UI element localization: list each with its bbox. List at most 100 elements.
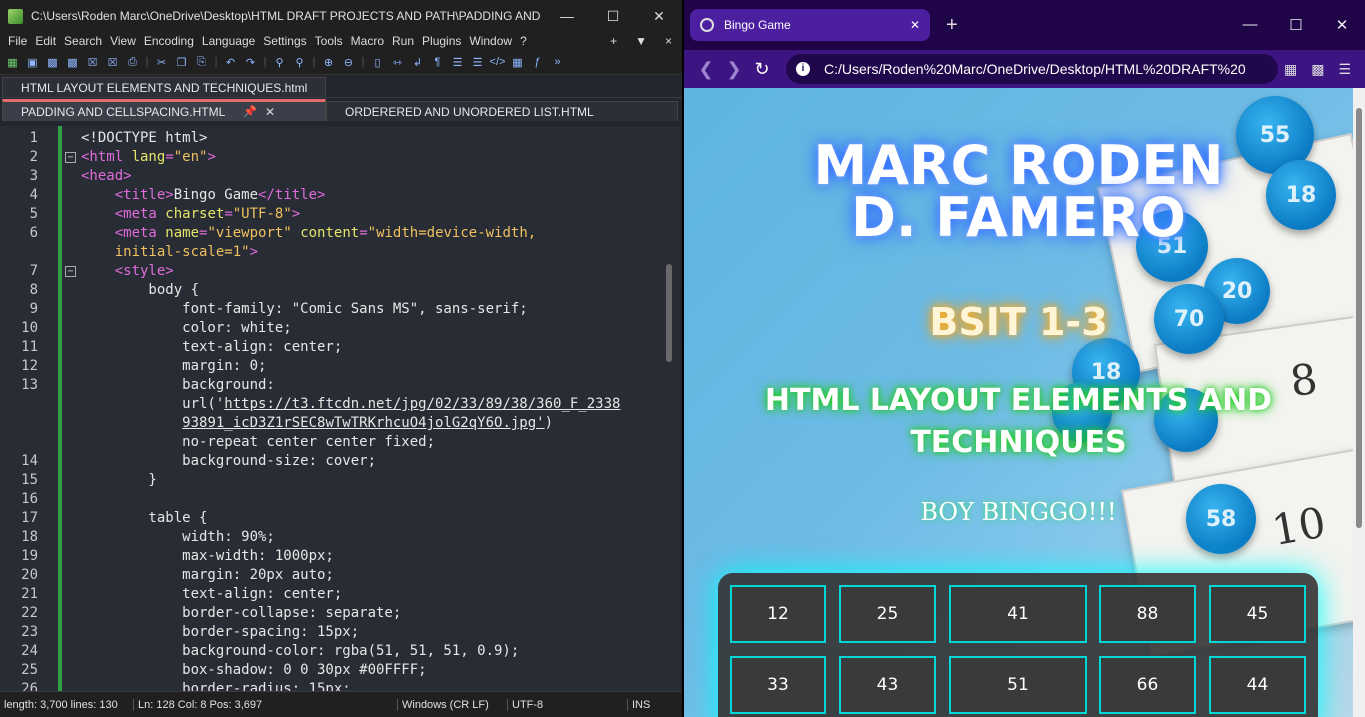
bingo-cell: 12	[730, 585, 826, 643]
npp-toolbar: ▦ ▣ ▩ ▩ ☒ ☒ ⎙ | ✂ ❐ ⎘ | ↶ ↷ | ⚲ ⚲ | ⊕ ⊖ …	[0, 50, 682, 75]
menu-encoding[interactable]: Encoding	[143, 34, 195, 48]
code-text: <head>	[81, 168, 132, 184]
code-text: table {	[81, 510, 208, 526]
code-text: <title>Bingo Game</title>	[114, 187, 326, 203]
tab-padding-cellspacing[interactable]: PADDING AND CELLSPACING.HTML 📌 ✕	[2, 99, 326, 121]
function-list-icon[interactable]: ƒ	[529, 54, 546, 70]
zoom-out-icon[interactable]: ⊖	[340, 54, 357, 70]
browser-tab-bingo[interactable]: Bingo Game ✕	[690, 9, 930, 41]
zoom-in-icon[interactable]: ⊕	[320, 54, 337, 70]
redo-icon[interactable]: ↷	[242, 54, 259, 70]
code-editor[interactable]: 1 <!DOCTYPE html> 2 <html lang="en"> −3 <head…	[0, 126, 680, 691]
page-scrollbar-thumb[interactable]	[1356, 108, 1362, 528]
menu-macro[interactable]: Macro	[350, 34, 385, 48]
reader-mode-icon[interactable]: ▦	[1284, 61, 1297, 78]
address-bar[interactable]: i C:/Users/Roden%20Marc/OneDrive/Desktop…	[786, 54, 1278, 84]
page-scrollbar[interactable]	[1353, 88, 1365, 717]
globe-icon	[700, 18, 714, 32]
fold-toggle-icon[interactable]: −	[65, 266, 76, 277]
minimize-button[interactable]: —	[1227, 16, 1273, 34]
line-number: 1	[29, 130, 38, 146]
code-text: border-collapse: separate;	[81, 605, 402, 621]
code-text: background-color: rgba(51, 51, 51, 0.9);	[81, 643, 520, 659]
save-all-icon[interactable]: ▩	[64, 54, 81, 70]
print-icon[interactable]: ⎙	[124, 54, 141, 70]
code-text: 93891_icD3Z1rSEC8wTwTRKrhcuO4jolG2qY6O.j…	[182, 415, 554, 431]
paste-icon[interactable]: ⎘	[193, 54, 210, 70]
menu-run[interactable]: Run	[391, 34, 415, 48]
menu-dropdown-button[interactable]: ▼	[634, 34, 648, 48]
menu-help[interactable]: ?	[519, 34, 528, 48]
new-file-icon[interactable]: ▦	[4, 54, 21, 70]
close-button[interactable]: ✕	[1319, 16, 1365, 34]
menu-plugins[interactable]: Plugins	[421, 34, 462, 48]
menu-edit[interactable]: Edit	[34, 34, 57, 48]
back-icon[interactable]: ❮	[692, 59, 720, 80]
indent-guide-icon[interactable]: ☰	[449, 54, 466, 70]
open-file-icon[interactable]: ▣	[24, 54, 41, 70]
menu-file[interactable]: File	[7, 34, 28, 48]
line-number: 9	[29, 301, 38, 317]
copy-icon[interactable]: ❐	[173, 54, 190, 70]
word-wrap-icon[interactable]: ↲	[409, 54, 426, 70]
menu-close-doc-button[interactable]: ×	[664, 34, 673, 48]
menu-language[interactable]: Language	[201, 34, 256, 48]
notepadpp-window: C:\Users\Roden Marc\OneDrive\Desktop\HTM…	[0, 0, 682, 717]
code-icon[interactable]: </>	[489, 54, 506, 70]
toolbar-separator: |	[145, 56, 149, 68]
code-text: no-repeat center center fixed;	[81, 434, 436, 450]
menu-search[interactable]: Search	[63, 34, 103, 48]
maximize-button[interactable]: ☐	[1273, 16, 1319, 34]
code-text: url('https://t3.ftcdn.net/jpg/02/33/89/3…	[81, 396, 621, 412]
code-text: <meta charset="UTF-8">	[114, 206, 301, 222]
fold-toggle-icon[interactable]: −	[65, 152, 76, 163]
menu-settings[interactable]: Settings	[262, 34, 307, 48]
code-text: box-shadow: 0 0 30px #00FFFF;	[81, 662, 427, 678]
minimize-button[interactable]: —	[544, 8, 590, 24]
reload-icon[interactable]: ↻	[748, 59, 776, 80]
forward-icon[interactable]: ❯	[720, 59, 748, 80]
tab-ordered-unordered-list[interactable]: ORDERERED AND UNORDERED LIST.HTML	[326, 101, 678, 121]
tab-layout-elements[interactable]: HTML LAYOUT ELEMENTS AND TECHNIQUES.html	[2, 77, 327, 97]
page-heading-section: BSIT 1-3	[929, 300, 1108, 344]
replace-icon[interactable]: ⚲	[291, 54, 308, 70]
profile-icon[interactable]: ▩	[1311, 61, 1324, 78]
menu-view[interactable]: View	[109, 34, 137, 48]
show-symbols-icon[interactable]: ¶	[429, 54, 446, 70]
line-number: 2	[29, 149, 38, 165]
tab-close-icon[interactable]: ✕	[265, 105, 275, 119]
browser-tab-title: Bingo Game	[724, 18, 791, 32]
new-tab-button[interactable]: +	[946, 14, 958, 37]
npp-window-title: C:\Users\Roden Marc\OneDrive\Desktop\HTM…	[31, 9, 544, 23]
maximize-button[interactable]: ☐	[590, 8, 636, 25]
menu-icon[interactable]: ☰	[1338, 61, 1351, 78]
tab-label: HTML LAYOUT ELEMENTS AND TECHNIQUES.html	[21, 80, 308, 95]
code-text: <meta name="viewport" content="width=dev…	[114, 225, 537, 241]
line-number: 17	[21, 510, 38, 526]
editor-scrollbar[interactable]	[666, 264, 672, 362]
pin-icon[interactable]: 📌	[243, 105, 257, 118]
line-number: 7	[29, 263, 38, 279]
menu-tools[interactable]: Tools	[314, 34, 344, 48]
menu-window[interactable]: Window	[468, 34, 513, 48]
folder-workspace-icon[interactable]: ▦	[509, 54, 526, 70]
toolbar-overflow-icon[interactable]: »	[549, 54, 566, 70]
status-encoding: UTF-8	[508, 698, 628, 711]
doc-map-icon[interactable]: ☰	[469, 54, 486, 70]
tab-close-icon[interactable]: ✕	[910, 18, 920, 32]
line-number: 6	[29, 225, 38, 241]
menu-right-controls: + ▼ ×	[606, 34, 682, 48]
line-number: 4	[29, 187, 38, 203]
info-icon[interactable]: i	[796, 62, 810, 76]
undo-icon[interactable]: ↶	[222, 54, 239, 70]
close-button[interactable]: ✕	[636, 8, 682, 25]
sync-vertical-icon[interactable]: ▯	[369, 54, 386, 70]
menu-add-button[interactable]: +	[609, 34, 618, 48]
close-all-icon[interactable]: ☒	[104, 54, 121, 70]
close-file-icon[interactable]: ☒	[84, 54, 101, 70]
sync-horizontal-icon[interactable]: ⇿	[389, 54, 406, 70]
cut-icon[interactable]: ✂	[153, 54, 170, 70]
save-icon[interactable]: ▩	[44, 54, 61, 70]
find-icon[interactable]: ⚲	[271, 54, 288, 70]
status-insert-mode: INS	[632, 698, 651, 711]
